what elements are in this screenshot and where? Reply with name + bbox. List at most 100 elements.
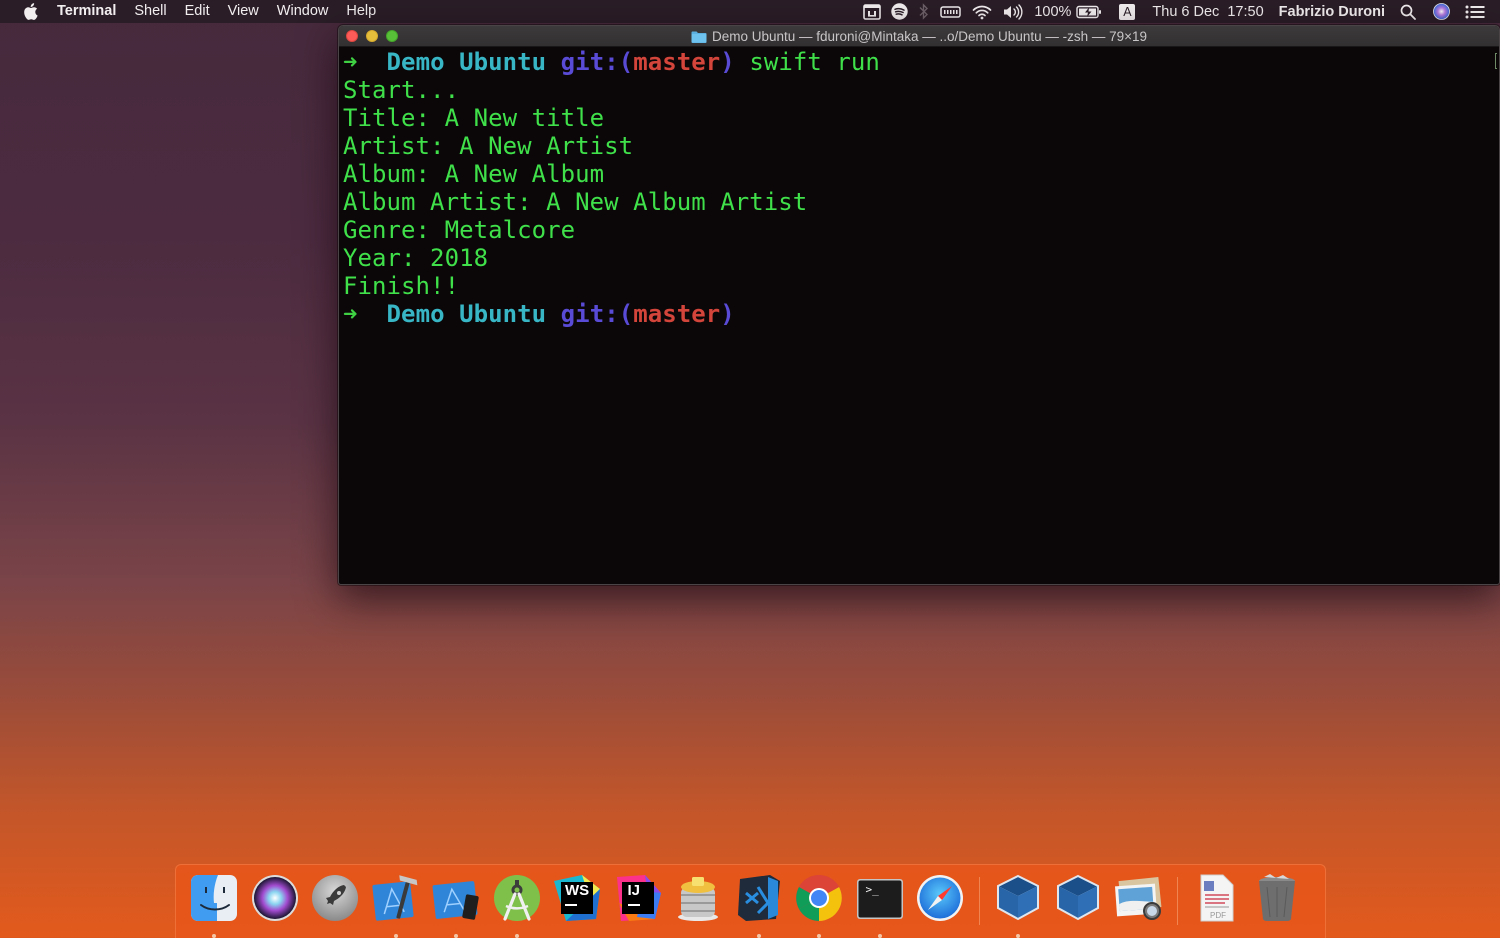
siri-icon[interactable] — [1433, 0, 1450, 23]
terminal-prompt-label: >_ — [865, 883, 879, 896]
running-indicator — [454, 934, 459, 938]
menu-help[interactable]: Help — [337, 0, 385, 23]
bluetooth-icon[interactable] — [918, 0, 930, 23]
keyboard-battery-icon[interactable] — [940, 0, 962, 23]
mark-bracket — [1495, 53, 1497, 69]
prompt-git-close: ) — [720, 300, 735, 328]
intellij-label: IJ — [627, 882, 641, 899]
dock-item-trash[interactable] — [1247, 865, 1308, 938]
menu-app-terminal[interactable]: Terminal — [57, 0, 125, 23]
webstorm-underscore — [565, 904, 577, 906]
dock-item-xcode[interactable] — [366, 865, 427, 938]
prompt-branch: master — [633, 300, 721, 328]
menu-bar: Terminal Shell Edit View Window Help 100… — [0, 0, 1500, 23]
simulator-icon — [432, 881, 479, 920]
dock-item-android-studio[interactable] — [487, 865, 548, 938]
dock-item-siri[interactable] — [245, 865, 306, 938]
dock-item-terminal[interactable]: >_ — [850, 865, 911, 938]
notification-center-icon[interactable] — [1465, 0, 1485, 23]
menu-shell[interactable]: Shell — [125, 0, 175, 23]
prompt-arrow-icon: ➜ — [343, 300, 358, 328]
running-indicator — [877, 934, 882, 938]
apple-logo-icon[interactable] — [20, 2, 40, 22]
running-indicator — [817, 934, 822, 938]
terminal-window[interactable]: Demo Ubuntu — fduroni@Mintaka — ..o/Demo… — [338, 25, 1500, 585]
virtualbox-vm-icon — [1057, 874, 1100, 921]
user-name[interactable]: Fabrizio Duroni — [1279, 4, 1385, 20]
terminal-titlebar[interactable]: Demo Ubuntu — fduroni@Mintaka — ..o/Demo… — [339, 26, 1499, 47]
dock-item-virtualbox[interactable] — [988, 865, 1049, 938]
menu-view[interactable]: View — [219, 0, 268, 23]
running-indicator — [1015, 934, 1020, 938]
xcode-icon — [372, 875, 418, 921]
terminal-icon — [856, 879, 903, 919]
menu-edit[interactable]: Edit — [176, 0, 219, 23]
dock-separator — [978, 877, 980, 925]
menu-window[interactable]: Window — [268, 0, 338, 23]
output-line: Artist: A New Artist — [343, 132, 634, 160]
wifi-icon[interactable] — [972, 0, 992, 23]
siri-icon — [251, 875, 298, 921]
spotlight-search-icon[interactable] — [1400, 0, 1416, 23]
dock-item-documents-stack[interactable]: PDF — [1186, 865, 1247, 938]
output-line: Genre: Metalcore — [343, 216, 576, 244]
prompt-line: ➜ Demo Ubuntu git:(master) swift run — [343, 48, 1499, 76]
notes-widget-icon[interactable] — [863, 0, 882, 23]
volume-icon[interactable] — [1002, 0, 1024, 23]
dock-item-sequel-pro[interactable] — [668, 865, 729, 938]
running-indicator — [212, 934, 217, 938]
dock-item-preview[interactable] — [1109, 865, 1170, 938]
output-line: Album Artist: A New Album Artist — [343, 188, 808, 216]
dock-item-virtualbox-vm[interactable] — [1048, 865, 1109, 938]
dock-item-safari[interactable] — [910, 865, 971, 938]
sequel-pro-icon — [678, 877, 719, 921]
running-indicator — [756, 934, 761, 938]
prompt-arrow-icon: ➜ — [343, 48, 358, 76]
current-prompt-line[interactable]: ➜ Demo Ubuntu git:(master) — [343, 300, 1499, 328]
launchpad-icon — [312, 875, 359, 921]
battery-percent[interactable]: 100% — [1034, 4, 1071, 20]
dock-item-webstorm[interactable]: WS — [547, 865, 608, 938]
prompt-command: swift run — [749, 48, 880, 76]
prompt-directory: Demo Ubuntu — [386, 48, 547, 76]
output-line: Album: A New Album — [343, 160, 605, 188]
input-source-icon[interactable]: A — [1119, 0, 1136, 23]
dock-item-chrome[interactable] — [789, 865, 850, 938]
dock-item-vscode[interactable] — [729, 865, 790, 938]
prompt-branch: master — [633, 48, 721, 76]
dock-item-simulator[interactable] — [426, 865, 487, 938]
dock-item-launchpad[interactable] — [305, 865, 366, 938]
window-title: Demo Ubuntu — fduroni@Mintaka — ..o/Demo… — [339, 26, 1499, 47]
chrome-icon — [796, 875, 843, 921]
intellij-underscore — [627, 904, 640, 906]
prompt-git-label: git:( — [560, 300, 634, 328]
running-indicator — [393, 934, 398, 938]
virtualbox-icon — [996, 874, 1039, 921]
android-studio-icon — [493, 875, 540, 921]
vscode-icon — [737, 875, 780, 921]
safari-icon — [917, 875, 964, 921]
finder-icon — [191, 875, 238, 921]
clock[interactable]: Thu 6 Dec 17:50 — [1152, 4, 1263, 20]
pdf-label: PDF — [1210, 911, 1226, 920]
prompt-git-label: git:( — [560, 48, 634, 76]
terminal-output[interactable]: ➜ Demo Ubuntu git:(master) swift run Sta… — [343, 48, 1499, 584]
folder-icon — [691, 31, 707, 43]
output-line: Start... — [343, 76, 460, 104]
trash-icon — [1258, 874, 1295, 922]
output-line: Year: 2018 — [343, 244, 489, 272]
dock: WS IJ >_ PDF — [175, 864, 1326, 938]
window-title-text: Demo Ubuntu — fduroni@Mintaka — ..o/Demo… — [711, 29, 1148, 44]
dock-item-finder[interactable] — [184, 865, 245, 938]
preview-icon — [1114, 876, 1162, 920]
prompt-directory: Demo Ubuntu — [386, 300, 547, 328]
prompt-git-close: ) — [720, 48, 735, 76]
dock-item-intellij[interactable]: IJ — [608, 865, 669, 938]
webstorm-label: WS — [565, 882, 590, 899]
output-line: Title: A New title — [343, 104, 605, 132]
running-indicator — [514, 934, 519, 938]
battery-charging-icon[interactable] — [1076, 0, 1102, 23]
input-source-label: A — [1119, 3, 1136, 20]
output-line: Finish!! — [343, 272, 460, 300]
spotify-icon[interactable] — [891, 0, 909, 23]
